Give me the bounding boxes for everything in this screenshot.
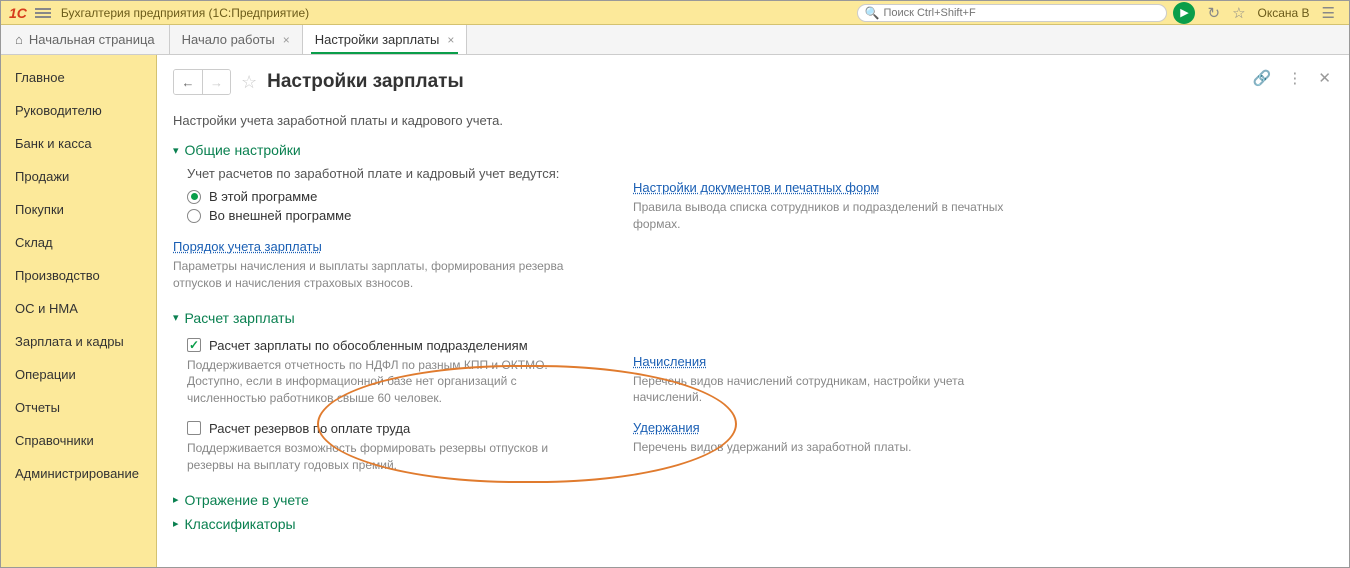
section-general-header[interactable]: ▾ Общие настройки	[173, 142, 1329, 158]
close-icon[interactable]: ×	[283, 33, 290, 47]
section-classifiers-header[interactable]: ▸ Классификаторы	[173, 516, 1329, 532]
sidebar-item-salary[interactable]: Зарплата и кадры	[1, 325, 156, 358]
tab-salary-settings[interactable]: Настройки зарплаты ×	[303, 25, 468, 54]
close-icon[interactable]: ×	[447, 33, 454, 47]
home-icon: ⌂	[15, 32, 23, 47]
sidebar-item-operations[interactable]: Операции	[1, 358, 156, 391]
section-reflection-header[interactable]: ▸ Отражение в учете	[173, 492, 1329, 508]
nav-forward-button[interactable]: →	[202, 70, 230, 94]
section-salary-title: Расчет зарплаты	[185, 310, 295, 326]
link-docs[interactable]: Настройки документов и печатных форм	[633, 180, 879, 195]
cb1-desc: Поддерживается отчетность по НДФЛ по раз…	[187, 357, 593, 407]
docs-desc: Правила вывода списка сотрудников и подр…	[633, 199, 1013, 233]
accruals-desc: Перечень видов начислений сотрудникам, н…	[633, 373, 1013, 407]
checkbox-reserves[interactable]: Расчет резервов по оплате труда	[187, 421, 593, 436]
page-subtitle: Настройки учета заработной платы и кадро…	[173, 113, 1329, 128]
radio-external-program[interactable]: Во внешней программе	[187, 208, 593, 223]
favorite-star-icon[interactable]: ☆	[1232, 4, 1245, 22]
tab-home[interactable]: ⌂ Начальная страница	[1, 25, 170, 54]
section-salary-header[interactable]: ▾ Расчет зарплаты	[173, 310, 1329, 326]
page-title: Настройки зарплаты	[267, 71, 464, 93]
settings-icon[interactable]: ☰	[1322, 4, 1335, 22]
burger-icon[interactable]	[35, 6, 51, 20]
tab-label: Начало работы	[182, 32, 275, 47]
search-box[interactable]: 🔍	[857, 4, 1167, 22]
user-name[interactable]: Оксана В	[1258, 6, 1310, 20]
checkbox-label: Расчет резервов по оплате труда	[209, 421, 410, 436]
favorite-icon[interactable]: ☆	[241, 72, 257, 93]
tab-home-label: Начальная страница	[29, 32, 155, 47]
logo-1c: 1C	[9, 5, 27, 21]
sidebar-item-purchases[interactable]: Покупки	[1, 193, 156, 226]
sidebar-item-references[interactable]: Справочники	[1, 424, 156, 457]
tab-label: Настройки зарплаты	[315, 32, 440, 47]
chevron-right-icon: ▸	[173, 493, 179, 506]
history-icon[interactable]: ↻	[1207, 4, 1220, 22]
radio-label: В этой программе	[209, 189, 317, 204]
play-button[interactable]: ▶	[1173, 2, 1195, 24]
link-deductions[interactable]: Удержания	[633, 420, 700, 435]
sidebar-item-main[interactable]: Главное	[1, 61, 156, 94]
sidebar: Главное Руководителю Банк и касса Продаж…	[1, 55, 157, 567]
link-icon[interactable]: 🔗	[1253, 69, 1272, 87]
tab-getting-started[interactable]: Начало работы ×	[170, 25, 303, 54]
nav-buttons: ← →	[173, 69, 231, 95]
sidebar-item-sales[interactable]: Продажи	[1, 160, 156, 193]
content-area: ← → ☆ Настройки зарплаты 🔗 ⋮ ✕ Настройки…	[157, 55, 1349, 567]
search-icon: 🔍	[864, 6, 879, 20]
deductions-desc: Перечень видов удержаний из заработной п…	[633, 439, 1013, 456]
sidebar-item-admin[interactable]: Администрирование	[1, 457, 156, 490]
section-general-title: Общие настройки	[185, 142, 301, 158]
sidebar-item-assets[interactable]: ОС и НМА	[1, 292, 156, 325]
checkbox-label: Расчет зарплаты по обособленным подразде…	[209, 338, 528, 353]
radio-icon	[187, 209, 201, 223]
order-desc: Параметры начисления и выплаты зарплаты,…	[173, 258, 593, 292]
checkbox-icon: ✓	[187, 338, 201, 352]
checkbox-icon	[187, 421, 201, 435]
radio-this-program[interactable]: В этой программе	[187, 189, 593, 204]
link-order[interactable]: Порядок учета зарплаты	[173, 239, 322, 254]
sidebar-item-bank[interactable]: Банк и касса	[1, 127, 156, 160]
more-icon[interactable]: ⋮	[1287, 69, 1302, 87]
sidebar-item-manager[interactable]: Руководителю	[1, 94, 156, 127]
where-label: Учет расчетов по заработной плате и кадр…	[187, 166, 593, 181]
section-classifiers-title: Классификаторы	[185, 516, 296, 532]
sidebar-item-reports[interactable]: Отчеты	[1, 391, 156, 424]
cb2-desc: Поддерживается возможность формировать р…	[187, 440, 593, 474]
radio-icon	[187, 190, 201, 204]
radio-label: Во внешней программе	[209, 208, 351, 223]
close-page-icon[interactable]: ✕	[1318, 69, 1331, 87]
tabsbar: ⌂ Начальная страница Начало работы × Нас…	[1, 25, 1349, 55]
app-title: Бухгалтерия предприятия (1С:Предприятие)	[61, 6, 309, 20]
sidebar-item-stock[interactable]: Склад	[1, 226, 156, 259]
checkbox-separate-divisions[interactable]: ✓ Расчет зарплаты по обособленным подраз…	[187, 338, 593, 353]
sidebar-item-production[interactable]: Производство	[1, 259, 156, 292]
chevron-down-icon: ▾	[173, 144, 179, 157]
chevron-right-icon: ▸	[173, 517, 179, 530]
section-reflection-title: Отражение в учете	[185, 492, 309, 508]
search-input[interactable]	[883, 7, 1160, 19]
chevron-down-icon: ▾	[173, 311, 179, 324]
link-accruals[interactable]: Начисления	[633, 354, 706, 369]
nav-back-button[interactable]: ←	[174, 70, 202, 94]
titlebar: 1C Бухгалтерия предприятия (1С:Предприят…	[1, 1, 1349, 25]
